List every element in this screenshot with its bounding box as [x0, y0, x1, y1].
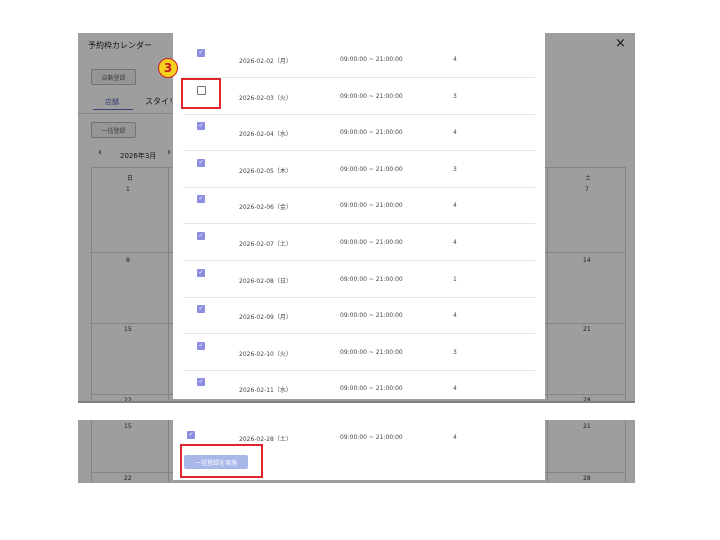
- highlight-box: [180, 444, 263, 478]
- list-item: ✓ 2026-02-07（土） 09:00:00 ~ 21:00:00 4: [183, 224, 535, 261]
- row-time: 09:00:00 ~ 21:00:00: [340, 434, 403, 441]
- row-date: 2026-02-07（土）: [239, 241, 292, 248]
- list-item: ✓ 2026-02-11（水） 09:00:00 ~ 21:00:00 4: [183, 370, 535, 399]
- row-date: 2026-02-08（日）: [239, 277, 292, 285]
- list-item: ✓ 2026-02-08（日） 09:00:00 ~ 21:00:00 1: [183, 261, 535, 298]
- list-item: ✓ 2026-02-06（金） 09:00:00 ~ 21:00:00 4: [183, 187, 535, 225]
- row-count: 4: [453, 385, 457, 393]
- row-time: 09:00:00 ~ 21:00:00: [340, 239, 403, 246]
- check-icon: ✓: [198, 49, 204, 56]
- list-item: 2026-02-03（火） 09:00:00 ~ 21:00:00 3: [183, 78, 535, 115]
- row-time: 09:00:00 ~ 21:00:00: [340, 165, 403, 173]
- list-item: ✓ 2026-02-04（水） 09:00:00 ~ 21:00:00 4: [183, 114, 535, 152]
- check-icon: ✓: [198, 305, 204, 313]
- row-time: 09:00:00 ~ 21:00:00: [340, 275, 403, 283]
- check-icon: ✓: [198, 195, 204, 203]
- row-count: 3: [453, 92, 457, 100]
- check-icon: ✓: [198, 232, 204, 239]
- check-icon: ✓: [198, 341, 204, 349]
- row-checkbox[interactable]: ✓: [197, 305, 205, 314]
- row-checkbox[interactable]: ✓: [197, 195, 205, 204]
- row-count: 4: [453, 129, 457, 137]
- row-date: 2026-02-09（月）: [239, 314, 292, 322]
- list-item: ✓ 2026-02-05（木） 09:00:00 ~ 21:00:00 3: [183, 151, 535, 188]
- row-checkbox[interactable]: ✓: [197, 158, 205, 167]
- row-count: 4: [453, 312, 457, 320]
- row-date: 2026-02-06（金）: [239, 204, 292, 212]
- row-time: 09:00:00 ~ 21:00:00: [340, 202, 403, 210]
- row-count: 4: [453, 434, 457, 441]
- row-time: 09:00:00 ~ 21:00:00: [340, 56, 403, 63]
- highlight-box: [181, 78, 221, 109]
- row-checkbox[interactable]: ✓: [197, 268, 205, 277]
- row-date: 2026-02-02（月）: [239, 58, 292, 65]
- row-count: 4: [453, 56, 457, 63]
- list-item: ✓ 2026-02-10（火） 09:00:00 ~ 21:00:00 3: [183, 334, 535, 371]
- row-date: 2026-02-11（水）: [239, 387, 292, 395]
- row-time: 09:00:00 ~ 21:00:00: [340, 385, 403, 393]
- row-count: 1: [453, 275, 457, 283]
- row-time: 09:00:00 ~ 21:00:00: [340, 129, 403, 137]
- row-count: 4: [453, 202, 457, 210]
- bulk-register-modal: ✓ 2026-02-02（月） 09:00:00 ~ 21:00:00 4 2026-0…: [173, 33, 545, 399]
- row-date: 2026-02-28（土）: [239, 436, 292, 443]
- row-checkbox[interactable]: ✓: [187, 431, 195, 439]
- bottom-screenshot-panel: 15 22 21 28 ✓ 2026-02-28（土） 09:00:00 ~ 2…: [78, 420, 635, 483]
- list-item: ✓ 2026-02-02（月） 09:00:00 ~ 21:00:00 4: [183, 41, 535, 78]
- check-icon: ✓: [198, 122, 204, 130]
- row-count: 3: [453, 165, 457, 173]
- check-icon: ✓: [198, 378, 204, 386]
- check-icon: ✓: [198, 158, 204, 166]
- row-checkbox[interactable]: ✓: [197, 122, 205, 131]
- check-icon: ✓: [198, 268, 204, 276]
- row-checkbox[interactable]: ✓: [197, 378, 205, 387]
- top-screenshot-panel: 予約枠カレンダー × 自動登録 店舗 スタイリ 一括登録 ‹ 2026年3月 ›…: [78, 33, 635, 403]
- row-count: 4: [453, 239, 457, 246]
- row-time: 09:00:00 ~ 21:00:00: [340, 348, 403, 356]
- row-date: 2026-02-03（火）: [239, 94, 292, 102]
- step-number-badge: 3: [158, 58, 178, 78]
- list-item: ✓ 2026-02-09（月） 09:00:00 ~ 21:00:00 4: [183, 297, 535, 335]
- row-time: 09:00:00 ~ 21:00:00: [340, 92, 403, 100]
- row-time: 09:00:00 ~ 21:00:00: [340, 312, 403, 320]
- row-checkbox[interactable]: ✓: [197, 341, 205, 350]
- row-count: 3: [453, 348, 457, 356]
- check-icon: ✓: [188, 431, 194, 438]
- row-date: 2026-02-05（木）: [239, 167, 292, 175]
- row-date: 2026-02-10（火）: [239, 350, 292, 358]
- row-date: 2026-02-04（水）: [239, 131, 292, 139]
- row-checkbox[interactable]: ✓: [197, 49, 205, 57]
- row-checkbox[interactable]: ✓: [197, 232, 205, 240]
